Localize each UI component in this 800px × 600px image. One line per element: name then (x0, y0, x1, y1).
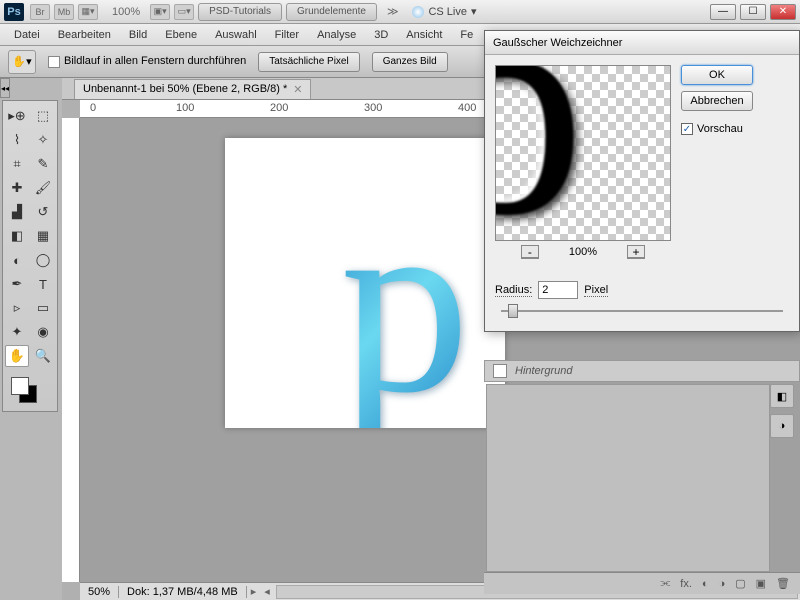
layers-panel-row[interactable]: Hintergrund (484, 360, 800, 382)
crop-tool[interactable]: ⌗ (5, 153, 29, 175)
eyedropper-tool[interactable]: ✎ (31, 153, 55, 175)
status-zoom[interactable]: 50% (80, 586, 119, 598)
eraser-tool[interactable]: ◧ (5, 225, 29, 247)
toolbox: ▸⊕⬚ ⌇✧ ⌗✎ ✚🖌 ▟↺ ◧▦ ◐◯ ✒T ▹▭ ✦◉ ✋🔍 (2, 100, 58, 412)
current-tool-indicator[interactable]: ✋▾ (8, 50, 36, 74)
brush-tool[interactable]: 🖌 (31, 177, 55, 199)
healing-brush-tool[interactable]: ✚ (5, 177, 29, 199)
magic-wand-tool[interactable]: ✧ (31, 129, 55, 151)
zoom-level[interactable]: 100% (112, 6, 140, 18)
workspace-psd-tutorials[interactable]: PSD-Tutorials (198, 3, 282, 21)
cancel-button[interactable]: Abbrechen (681, 91, 753, 111)
window-maximize-button[interactable]: ☐ (740, 4, 766, 20)
type-tool[interactable]: T (31, 273, 55, 295)
photoshop-logo: Ps (4, 3, 24, 21)
layer-name[interactable]: Hintergrund (515, 365, 572, 377)
3d-tool[interactable]: ✦ (5, 321, 29, 343)
shape-tool[interactable]: ▭ (31, 297, 55, 319)
blur-tool[interactable]: ◐ (5, 249, 29, 271)
fit-screen-button[interactable]: Ganzes Bild (372, 52, 448, 72)
preview-checkbox[interactable]: ✓ Vorschau (681, 123, 753, 135)
layers-panel-footer: ⫘ fx. ◐ ◑ ▢ ▣ 🗑 (484, 572, 800, 594)
vertical-ruler (62, 118, 80, 582)
status-menu-arrow[interactable]: ▸ (247, 585, 261, 598)
document-tab[interactable]: Unbenannt-1 bei 50% (Ebene 2, RGB/8) *✕ (74, 79, 311, 99)
view-extras-button[interactable]: ▦▾ (78, 4, 98, 20)
cs-live-button[interactable]: CS Live ▾ (412, 5, 476, 18)
filter-preview[interactable]: p (495, 65, 671, 241)
menu-auswahl[interactable]: Auswahl (207, 27, 265, 43)
checkmark-icon: ✓ (681, 123, 693, 135)
layer-group-icon[interactable]: ▢ (735, 577, 745, 590)
camera-tool[interactable]: ◉ (31, 321, 55, 343)
dialog-title[interactable]: Gaußscher Weichzeichner (485, 31, 799, 55)
gradient-tool[interactable]: ▦ (31, 225, 55, 247)
adjustment-layer-icon[interactable]: ◑ (719, 578, 726, 590)
status-doc-size[interactable]: Dok: 1,37 MB/4,48 MB (119, 586, 247, 598)
preview-content: p (495, 65, 586, 241)
link-layers-icon[interactable]: ⫘ (660, 577, 670, 590)
menu-bearbeiten[interactable]: Bearbeiten (50, 27, 119, 43)
toolbox-collapse-button[interactable]: ◂◂ (0, 78, 10, 98)
dodge-tool[interactable]: ◯ (31, 249, 55, 271)
canvas[interactable]: p (225, 138, 505, 428)
marquee-tool[interactable]: ⬚ (31, 105, 55, 127)
preview-zoom-level: 100% (569, 246, 597, 258)
menu-bild[interactable]: Bild (121, 27, 155, 43)
scroll-left-button[interactable]: ◂ (260, 585, 274, 598)
new-layer-icon[interactable]: ▣ (756, 577, 766, 590)
menu-datei[interactable]: Datei (6, 27, 48, 43)
window-close-button[interactable]: ✕ (770, 4, 796, 20)
visibility-toggle-icon[interactable] (493, 364, 507, 378)
color-swatches[interactable] (5, 375, 55, 407)
adjustments-panel-icon[interactable]: ◑ (770, 414, 794, 438)
app-titlebar: Ps Br Mb ▦▾ 100% ▣▾ ▭▾ PSD-Tutorials Gru… (0, 0, 800, 24)
path-selection-tool[interactable]: ▹ (5, 297, 29, 319)
menu-ebene[interactable]: Ebene (157, 27, 205, 43)
workspace-overflow[interactable]: ≫ (387, 5, 399, 18)
history-brush-tool[interactable]: ↺ (31, 201, 55, 223)
layers-panel-body (486, 384, 770, 572)
delete-layer-icon[interactable]: 🗑 (776, 577, 790, 590)
close-tab-icon[interactable]: ✕ (293, 83, 302, 96)
bridge-button[interactable]: Br (30, 4, 50, 20)
menu-analyse[interactable]: Analyse (309, 27, 364, 43)
menu-ansicht[interactable]: Ansicht (398, 27, 450, 43)
scroll-all-windows-checkbox[interactable]: Bildlauf in allen Fenstern durchführen (48, 55, 246, 67)
lasso-tool[interactable]: ⌇ (5, 129, 29, 151)
gaussian-blur-dialog: Gaußscher Weichzeichner p - 100% + OK Ab… (484, 30, 800, 332)
foreground-color[interactable] (11, 377, 29, 395)
workspace-grundelemente[interactable]: Grundelemente (286, 3, 377, 21)
ok-button[interactable]: OK (681, 65, 753, 85)
layer-fx-icon[interactable]: fx. (680, 578, 692, 590)
radius-slider[interactable] (495, 303, 789, 319)
pen-tool[interactable]: ✒ (5, 273, 29, 295)
layer-mask-icon[interactable]: ◐ (702, 578, 709, 590)
window-minimize-button[interactable]: — (710, 4, 736, 20)
menu-3d[interactable]: 3D (366, 27, 396, 43)
arrange-button[interactable]: ▣▾ (150, 4, 170, 20)
screen-mode-button[interactable]: ▭▾ (174, 4, 194, 20)
canvas-content: p (340, 154, 470, 429)
minibridge-button[interactable]: Mb (54, 4, 74, 20)
menu-fenster[interactable]: Fe (452, 27, 481, 43)
menu-filter[interactable]: Filter (267, 27, 307, 43)
radius-label: Radius: (495, 284, 532, 297)
zoom-tool[interactable]: 🔍 (31, 345, 55, 367)
swatches-panel-icon[interactable]: ◧ (770, 384, 794, 408)
radius-input[interactable] (538, 281, 578, 299)
radius-unit: Pixel (584, 284, 608, 297)
preview-zoom-out-button[interactable]: - (521, 245, 539, 259)
slider-thumb[interactable] (508, 304, 518, 318)
move-tool[interactable]: ▸⊕ (5, 105, 29, 127)
preview-zoom-in-button[interactable]: + (627, 245, 645, 259)
hand-tool[interactable]: ✋ (5, 345, 29, 367)
clone-stamp-tool[interactable]: ▟ (5, 201, 29, 223)
actual-pixels-button[interactable]: Tatsächliche Pixel (258, 52, 359, 72)
